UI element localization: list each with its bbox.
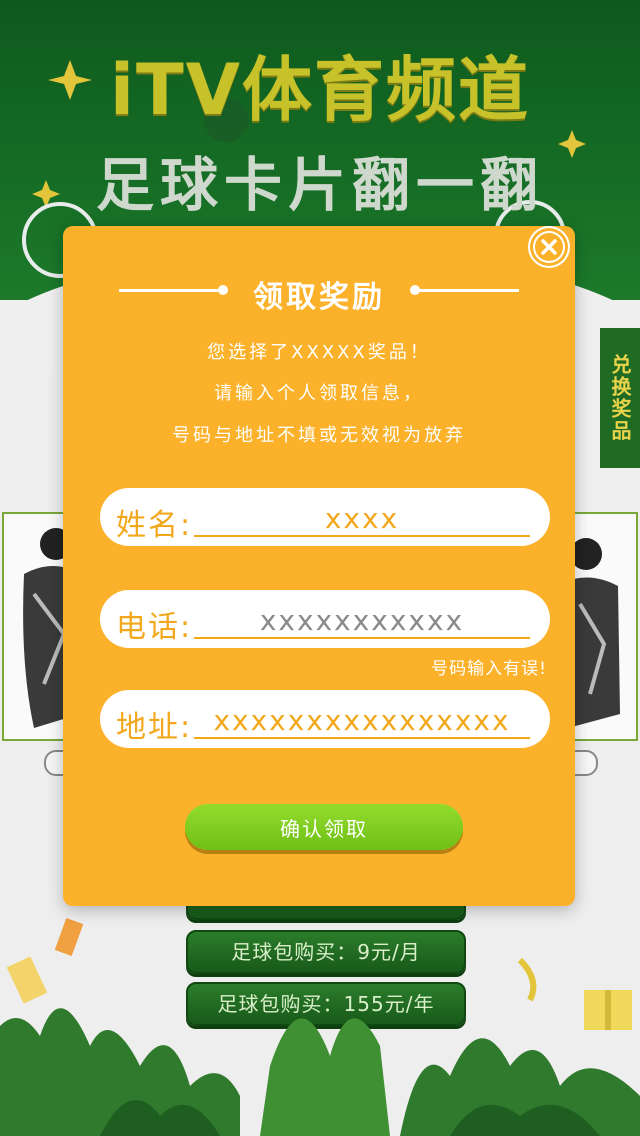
phone-field: 电话: — [100, 590, 550, 648]
claim-reward-dialog: 领取奖励 您选择了XXXXX奖品！ 请输入个人领取信息， 号码与地址不填或无效视… — [63, 226, 575, 906]
name-input[interactable] — [194, 502, 530, 537]
enter-info-message: 请输入个人领取信息， — [214, 383, 424, 404]
dialog-title: 领取奖励 — [253, 280, 385, 315]
prize-selected-message: 您选择了XXXXX奖品！ — [207, 342, 431, 363]
phone-input[interactable] — [194, 604, 530, 639]
address-field: 地址: — [100, 690, 550, 748]
name-field: 姓名: — [100, 488, 550, 546]
dialog-header: 领取奖励 — [63, 270, 575, 315]
name-label: 姓名: — [116, 508, 193, 543]
address-input[interactable] — [194, 704, 530, 739]
confirm-claim-button[interactable]: 确认领取 — [185, 804, 463, 850]
close-button[interactable] — [533, 231, 565, 263]
phone-label: 电话: — [116, 610, 193, 645]
abandon-warning-message: 号码与地址不填或无效视为放弃 — [172, 425, 466, 446]
address-label: 地址: — [116, 710, 193, 745]
phone-error-message: 号码输入有误! — [431, 659, 547, 679]
close-icon — [535, 233, 563, 261]
